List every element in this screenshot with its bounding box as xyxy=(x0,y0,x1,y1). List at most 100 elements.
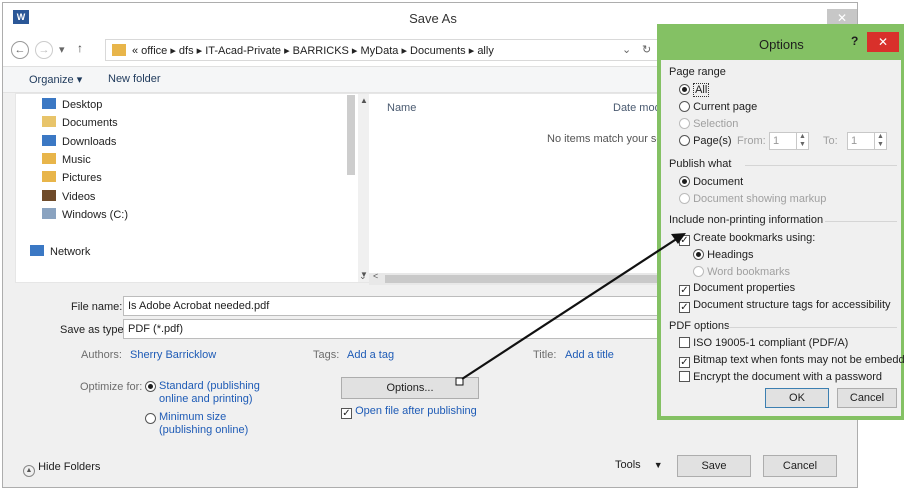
checkbox-icon xyxy=(679,337,690,348)
word-icon: W xyxy=(13,10,29,24)
save-button[interactable]: Save xyxy=(677,455,751,477)
iso-compliant-checkbox[interactable]: ISO 19005-1 compliant (PDF/A) xyxy=(679,337,848,349)
pictures-icon xyxy=(42,171,56,182)
radio-icon xyxy=(679,193,690,204)
structure-tags-checkbox[interactable]: ✓ Document structure tags for accessibil… xyxy=(679,299,891,313)
bitmap-text-checkbox[interactable]: ✓ Bitmap text when fonts may not be embe… xyxy=(679,354,904,368)
page-range-all-radio[interactable]: All xyxy=(679,83,710,97)
music-icon xyxy=(42,153,56,164)
authors-value[interactable]: Sherry Barricklow xyxy=(130,349,216,361)
options-ok-button[interactable]: OK xyxy=(765,388,829,408)
address-dropdown-icon[interactable]: ⌄ xyxy=(622,43,631,56)
optimize-standard-radio[interactable] xyxy=(145,381,156,393)
scroll-up-icon[interactable]: ▲ xyxy=(360,96,368,105)
refresh-icon[interactable]: ↻ xyxy=(642,43,651,56)
empty-message: No items match your sea xyxy=(547,133,669,145)
forward-button[interactable]: → xyxy=(35,41,53,59)
desktop-icon xyxy=(42,98,56,109)
pdf-options-heading: PDF options xyxy=(669,320,730,332)
file-name-label: File name: xyxy=(71,301,123,313)
sidebar-item-documents[interactable]: Documents xyxy=(42,116,118,134)
open-after-publish-checkbox[interactable]: ✓ Open file after publishing xyxy=(341,405,477,419)
address-bar[interactable]: « office ▸ dfs ▸ IT-Acad-Private ▸ BARRI… xyxy=(105,39,665,61)
optimize-standard-label[interactable]: Standard (publishing online and printing… xyxy=(159,380,260,406)
back-button[interactable]: ← xyxy=(11,41,29,59)
radio-selected-icon xyxy=(679,84,690,95)
radio-icon xyxy=(679,118,690,129)
radio-selected-icon xyxy=(145,381,156,392)
page-range-current-radio[interactable]: Current page xyxy=(679,101,757,113)
encrypt-checkbox[interactable]: Encrypt the document with a password xyxy=(679,371,882,383)
documents-icon xyxy=(42,116,56,127)
save-type-select[interactable]: PDF (*.pdf) xyxy=(123,319,663,339)
optimize-minimum-label[interactable]: Minimum size (publishing online) xyxy=(159,411,248,437)
file-name-input[interactable]: Is Adobe Acrobat needed.pdf xyxy=(123,296,663,316)
options-cancel-button[interactable]: Cancel xyxy=(837,388,897,408)
checkmark-icon: ✓ xyxy=(679,357,690,368)
checkmark-icon: ✓ xyxy=(679,235,690,246)
column-header-date[interactable]: Date mod xyxy=(613,102,661,114)
divider xyxy=(727,327,897,328)
publish-document-radio[interactable]: Document xyxy=(679,176,743,188)
create-bookmarks-checkbox[interactable]: ✓ Create bookmarks using: xyxy=(679,232,815,246)
horizontal-scroll-thumb[interactable] xyxy=(385,275,657,283)
from-spinner[interactable]: 1 ▲ ▼ xyxy=(769,132,809,150)
spinner-arrows-icon[interactable]: ▲ ▼ xyxy=(796,133,808,149)
navigation-pane: Desktop Documents Downloads Music Pictur… xyxy=(15,93,370,283)
options-close-button[interactable]: ✕ xyxy=(867,32,899,52)
nav-scroll-thumb[interactable] xyxy=(347,95,355,175)
sidebar-item-desktop[interactable]: Desktop xyxy=(42,98,102,116)
optimize-minimum-radio[interactable] xyxy=(145,413,156,425)
sidebar-item-downloads[interactable]: Downloads xyxy=(42,135,116,153)
tags-label: Tags: xyxy=(313,349,340,361)
hide-folders-button[interactable]: ▲ Hide Folders xyxy=(23,461,100,477)
sidebar-item-windows-c[interactable]: Windows (C:) xyxy=(42,208,128,226)
cancel-button[interactable]: Cancel xyxy=(763,455,837,477)
options-button[interactable]: Options... xyxy=(341,377,479,399)
to-spinner[interactable]: 1 ▲ ▼ xyxy=(847,132,887,150)
downloads-icon xyxy=(42,135,56,146)
sidebar-item-network[interactable]: Network xyxy=(30,245,90,263)
collapse-icon: ▲ xyxy=(23,465,35,477)
organize-button[interactable]: Organize ▾ xyxy=(29,73,82,86)
title-value[interactable]: Add a title xyxy=(565,349,614,361)
title-label: Title: xyxy=(533,349,557,361)
bookmarks-headings-radio[interactable]: Headings xyxy=(693,249,754,261)
help-icon[interactable]: ? xyxy=(851,34,858,48)
scroll-left-icon[interactable]: < xyxy=(373,271,378,281)
file-list-pane: Name Date mod No items match your sea xyxy=(369,93,669,283)
checkmark-icon: ✓ xyxy=(679,302,690,313)
network-icon xyxy=(30,245,44,256)
sidebar-item-music[interactable]: Music xyxy=(42,153,91,171)
sidebar-item-videos[interactable]: Videos xyxy=(42,190,95,208)
radio-icon xyxy=(145,413,156,424)
optimize-label: Optimize for: xyxy=(80,381,143,393)
radio-icon xyxy=(679,135,690,146)
window-title: Save As xyxy=(409,11,457,26)
recent-dropdown-icon[interactable]: ▾ xyxy=(59,43,65,56)
save-type-label: Save as type: xyxy=(60,324,127,336)
spinner-arrows-icon[interactable]: ▲ ▼ xyxy=(874,133,886,149)
radio-icon xyxy=(679,101,690,112)
scroll-down-icon[interactable]: ⌄ xyxy=(359,271,367,282)
publish-markup-radio[interactable]: Document showing markup xyxy=(679,193,826,205)
tools-dropdown[interactable]: Tools ▼ xyxy=(615,459,663,471)
divider xyxy=(745,165,897,166)
page-range-pages-radio[interactable]: Page(s) xyxy=(679,135,732,147)
chevron-down-icon: ▼ xyxy=(653,460,663,470)
options-dialog: Options ? ✕ Page range All Current page … xyxy=(657,24,904,420)
sidebar-item-pictures[interactable]: Pictures xyxy=(42,171,102,189)
tags-value[interactable]: Add a tag xyxy=(347,349,394,361)
folder-icon xyxy=(112,44,126,56)
authors-label: Authors: xyxy=(81,349,122,361)
address-path: « office ▸ dfs ▸ IT-Acad-Private ▸ BARRI… xyxy=(132,45,494,57)
drive-icon xyxy=(42,208,56,219)
new-folder-button[interactable]: New folder xyxy=(108,73,161,85)
up-button[interactable]: ↑ xyxy=(77,41,83,55)
publish-what-heading: Publish what xyxy=(669,158,732,170)
page-range-selection-radio[interactable]: Selection xyxy=(679,118,738,130)
bookmarks-word-radio[interactable]: Word bookmarks xyxy=(693,266,790,278)
document-properties-checkbox[interactable]: ✓ Document properties xyxy=(679,282,795,296)
column-header-name[interactable]: Name xyxy=(387,102,416,114)
from-label: From: xyxy=(737,135,766,147)
